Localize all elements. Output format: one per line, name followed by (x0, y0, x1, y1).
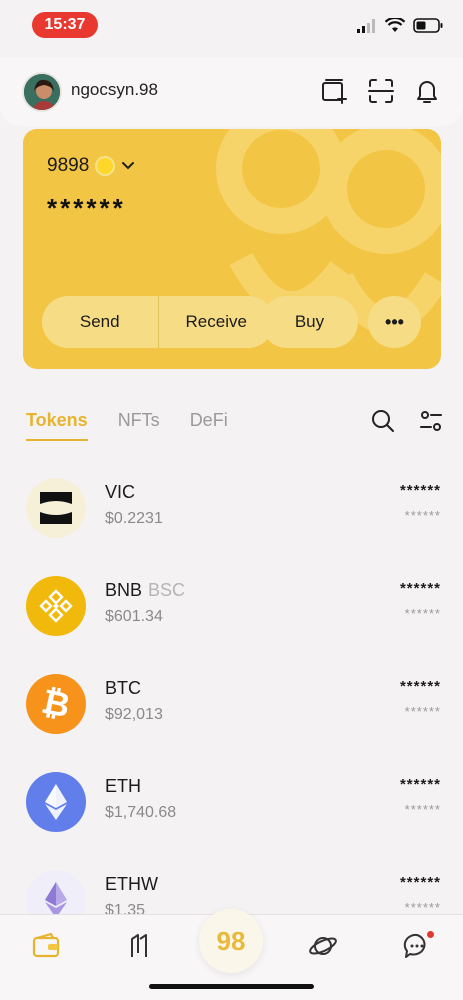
token-value: ****** (404, 508, 441, 523)
add-wallet-icon[interactable] (320, 76, 350, 106)
token-value: ****** (404, 606, 441, 621)
account-coin-icon (95, 156, 116, 176)
btc-logo-icon: ₿ (26, 674, 86, 734)
buy-button[interactable]: Buy (261, 296, 358, 348)
vic-logo-icon (26, 478, 86, 538)
token-network: BSC (148, 580, 186, 600)
token-symbol: BTC (105, 678, 141, 698)
app-header: ngocsyn.98 (0, 58, 463, 126)
token-symbol: VIC (105, 482, 136, 502)
battery-icon (413, 18, 443, 33)
wallet-card: 9898 ****** Send Receive Buy ••• (23, 129, 441, 369)
receive-button[interactable]: Receive (159, 296, 275, 348)
signal-icon (357, 18, 375, 33)
bell-icon[interactable] (412, 76, 442, 106)
explore-planet-icon[interactable] (308, 931, 338, 961)
swap-icon[interactable] (124, 931, 154, 961)
chevron-down-icon (122, 162, 135, 170)
account-name: 9898 (47, 155, 90, 176)
tab-tokens[interactable]: Tokens (26, 410, 88, 441)
token-amount: ****** (399, 874, 441, 891)
token-row-btc[interactable]: ₿ BTC $92,013 ****** ****** (0, 664, 463, 744)
bnb-logo-icon (26, 576, 86, 636)
balance-hidden[interactable]: ****** (47, 193, 126, 224)
status-time: 15:37 (32, 12, 98, 38)
eth-logo-icon (26, 772, 86, 832)
tab-defi[interactable]: DeFi (190, 410, 228, 441)
tab-nfts[interactable]: NFTs (118, 410, 160, 441)
wallet-icon[interactable] (31, 931, 61, 961)
token-value: ****** (404, 900, 441, 915)
status-icons (357, 18, 443, 33)
token-row-bnb[interactable]: BNB BSC $601.34 ****** ****** (0, 566, 463, 646)
token-price: $0.2231 (105, 510, 163, 527)
username[interactable]: ngocsyn.98 (71, 80, 158, 100)
filter-icon[interactable] (418, 408, 444, 434)
token-row-vic[interactable]: VIC $0.2231 ****** ****** (0, 468, 463, 548)
avatar[interactable] (22, 72, 62, 112)
asset-tabs: Tokens NFTs DeFi (26, 410, 228, 441)
more-button[interactable]: ••• (368, 296, 421, 348)
token-price: $601.34 (105, 608, 163, 625)
token-symbol: ETH (105, 776, 141, 796)
token-amount: ****** (399, 776, 441, 793)
token-symbol: BNB BSC (105, 580, 186, 600)
scan-icon[interactable] (366, 76, 396, 106)
status-bar: 15:37 (0, 0, 463, 48)
token-symbol: ETHW (105, 874, 158, 894)
token-amount: ****** (399, 580, 441, 597)
token-price: $1,740.68 (105, 804, 177, 821)
send-button[interactable]: Send (42, 296, 158, 348)
home-98-button[interactable]: 98 (199, 909, 263, 973)
account-selector[interactable]: 9898 (47, 155, 135, 177)
token-row-eth[interactable]: ETH $1,740.68 ****** ****** (0, 762, 463, 842)
search-icon[interactable] (370, 408, 396, 434)
token-amount: ****** (399, 482, 441, 499)
notification-dot (427, 931, 434, 938)
wifi-icon (385, 18, 405, 32)
token-value: ****** (404, 704, 441, 719)
token-amount: ****** (399, 678, 441, 695)
token-value: ****** (404, 802, 441, 817)
token-price: $92,013 (105, 706, 163, 723)
send-receive-group: Send Receive (42, 296, 274, 348)
home-indicator (149, 984, 314, 989)
